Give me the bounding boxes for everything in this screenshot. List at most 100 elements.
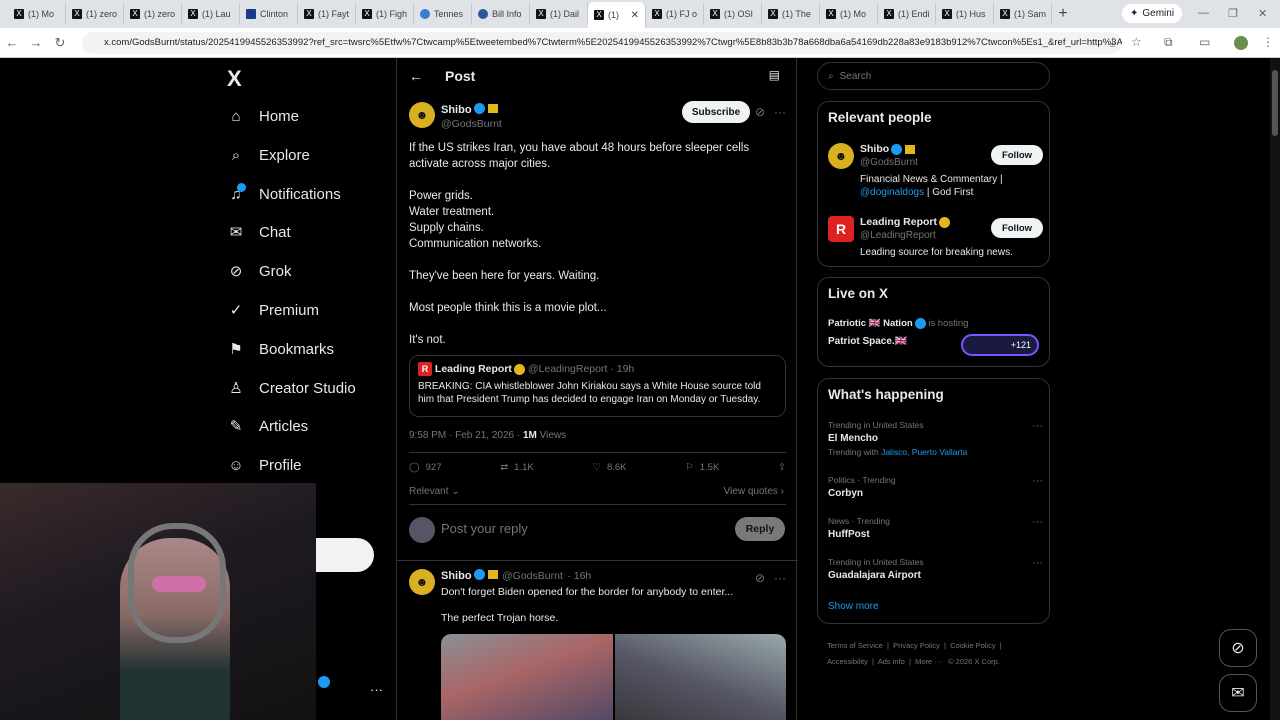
reply-time[interactable]: · 16h <box>567 570 591 582</box>
avatar[interactable]: ☻ <box>828 143 854 169</box>
author-handle[interactable]: @GodsBurnt <box>441 118 502 130</box>
footer-link[interactable]: Cookie Policy <box>950 641 995 650</box>
more-options-icon[interactable]: ··· <box>774 571 786 585</box>
scrollbar-thumb[interactable] <box>1272 70 1278 136</box>
scrollbar[interactable] <box>1270 58 1280 720</box>
follow-button[interactable]: Follow <box>991 218 1043 238</box>
search-input[interactable]: ⌕ Search <box>817 62 1050 90</box>
trend-item[interactable]: Politics · Trending Corbyn ··· <box>828 475 1043 499</box>
reply-author-handle[interactable]: @GodsBurnt <box>502 570 563 582</box>
grok-fab-icon[interactable]: ⊘ <box>1219 629 1257 667</box>
crowd-photo-right[interactable] <box>614 634 786 720</box>
avatar[interactable]: ☻ <box>409 569 435 595</box>
install-icon[interactable]: ⤓ <box>1110 35 1115 50</box>
quoted-post[interactable]: R Leading Report @LeadingReport · 19h BR… <box>409 355 786 417</box>
sort-dropdown[interactable]: Relevant ⌄ <box>409 486 460 497</box>
browser-tab[interactable]: X (1) Endi <box>878 3 936 25</box>
nav-chat[interactable]: ✉ Chat <box>227 217 291 247</box>
trend-related-link[interactable]: Jalisco, Puerto Vallarta <box>881 447 967 457</box>
crowd-photo-left[interactable] <box>441 634 613 720</box>
bookmark-action[interactable]: ⚐ 1.5K <box>685 462 719 473</box>
nav-home[interactable]: ⌂ Home <box>227 101 299 131</box>
browser-menu-icon[interactable]: ⋮ <box>1262 35 1274 49</box>
show-more-link[interactable]: Show more <box>828 601 879 612</box>
url-field[interactable]: x.com/GodsBurnt/status/20254199455263539… <box>82 32 1122 54</box>
browser-tab[interactable]: Tennes <box>414 3 472 25</box>
browser-tab-active[interactable]: X (1) ✕ <box>588 2 646 28</box>
footer-link[interactable]: Privacy Policy <box>893 641 940 650</box>
forward-icon[interactable]: → <box>24 35 48 50</box>
browser-tab[interactable]: Clinton <box>240 3 298 25</box>
more-options-icon[interactable]: ··· <box>1032 516 1043 528</box>
browser-tab[interactable]: X (1) Hus <box>936 3 994 25</box>
browser-tab[interactable]: X (1) zero <box>124 3 182 25</box>
nav-explore[interactable]: ⌕ Explore <box>227 140 310 170</box>
gemini-button[interactable]: ✦ Gemini <box>1122 4 1183 23</box>
browser-tab[interactable]: X (1) Mo <box>820 3 878 25</box>
bio-mention-link[interactable]: @doginaldogs <box>860 187 924 198</box>
share-action[interactable]: ⇧ <box>778 462 786 473</box>
close-tab-icon[interactable]: ✕ <box>631 10 639 21</box>
back-arrow-icon[interactable]: ← <box>409 68 423 84</box>
browser-tab[interactable]: X (1) FJ o <box>646 3 704 25</box>
nav-bookmarks[interactable]: ⚑ Bookmarks <box>227 334 334 364</box>
post-button-partial[interactable] <box>316 538 374 572</box>
listeners-pill[interactable]: +121 <box>961 334 1039 356</box>
view-quotes-link[interactable]: View quotes › <box>724 486 784 497</box>
browser-tab[interactable]: X (1) zero <box>66 3 124 25</box>
trend-item[interactable]: Trending in United States El Mencho Tren… <box>828 420 1043 457</box>
live-on-x-card[interactable]: Live on X Patriotic 🇬🇧 Nation is hosting… <box>817 277 1050 367</box>
browser-tab[interactable]: Bill Info <box>472 3 530 25</box>
grok-explain-icon[interactable]: ⊘ <box>755 571 765 585</box>
leading-report-logo[interactable]: R <box>828 216 854 242</box>
my-avatar[interactable] <box>409 517 435 543</box>
bookmark-star-icon[interactable]: ☆ <box>1131 35 1142 49</box>
reply-button[interactable]: Reply <box>735 517 785 541</box>
minimize-icon[interactable]: — <box>1198 7 1209 19</box>
browser-tab[interactable]: X (1) OSI <box>704 3 762 25</box>
trend-item[interactable]: News · Trending HuffPost ··· <box>828 516 1043 540</box>
nav-articles[interactable]: ✎ Articles <box>227 411 308 441</box>
browser-tab[interactable]: X (1) Sam <box>994 3 1052 25</box>
author-name[interactable]: Shibo <box>441 104 472 116</box>
browser-tab[interactable]: X (1) Dail <box>530 3 588 25</box>
avatar[interactable]: ☻ <box>409 102 435 128</box>
reply-action[interactable]: ◯ 927 <box>409 462 442 473</box>
more-options-icon[interactable]: ··· <box>1032 475 1043 487</box>
footer-link[interactable]: More ··· <box>915 657 942 666</box>
person-row[interactable]: ☻ Shibo @GodsBurnt Financial News & Comm… <box>828 143 1043 203</box>
profile-avatar[interactable] <box>1234 36 1248 50</box>
subscribe-button[interactable]: Subscribe <box>682 101 750 123</box>
reading-mode-icon[interactable]: ▭ <box>1199 35 1210 49</box>
browser-tab[interactable]: X (1) The <box>762 3 820 25</box>
more-options-icon[interactable]: ··· <box>1032 557 1043 569</box>
nav-profile[interactable]: ☺ Profile <box>227 450 301 480</box>
reload-icon[interactable]: ↻ <box>48 35 72 51</box>
reader-view-icon[interactable]: ▤ <box>769 68 780 82</box>
person-row[interactable]: R Leading Report @LeadingReport Leading … <box>828 216 1043 262</box>
reply-author-name[interactable]: Shibo <box>441 570 472 582</box>
close-window-icon[interactable]: ✕ <box>1258 7 1267 20</box>
footer-link[interactable]: Terms of Service <box>827 641 883 650</box>
more-options-icon[interactable]: ··· <box>774 105 786 119</box>
more-options-icon[interactable]: ··· <box>1032 420 1043 432</box>
x-logo[interactable]: X <box>227 66 242 92</box>
repost-action[interactable]: ⇄ 1.1K <box>500 462 534 473</box>
nav-premium[interactable]: ✓ Premium <box>227 295 319 325</box>
messages-fab-icon[interactable]: ✉ <box>1219 674 1257 712</box>
trend-item[interactable]: Trending in United States Guadalajara Ai… <box>828 557 1043 581</box>
browser-tab[interactable]: X (1) Mo <box>8 3 66 25</box>
account-more-icon[interactable]: ··· <box>370 682 383 697</box>
like-action[interactable]: ♡ 8.6K <box>592 462 626 473</box>
reply-input[interactable]: Post your reply <box>441 521 528 536</box>
browser-tab[interactable]: X (1) Fayt <box>298 3 356 25</box>
nav-grok[interactable]: ⊘ Grok <box>227 256 292 286</box>
reply-media[interactable] <box>441 634 786 720</box>
nav-creator-studio[interactable]: ♙ Creator Studio <box>227 373 355 403</box>
browser-tab[interactable]: X (1) Figh <box>356 3 414 25</box>
grok-explain-icon[interactable]: ⊘ <box>755 105 765 119</box>
extensions-icon[interactable]: ⧉ <box>1164 35 1173 50</box>
footer-link[interactable]: Accessibility <box>827 657 868 666</box>
footer-link[interactable]: Ads info <box>878 657 905 666</box>
new-tab-button[interactable]: + <box>1052 5 1074 23</box>
